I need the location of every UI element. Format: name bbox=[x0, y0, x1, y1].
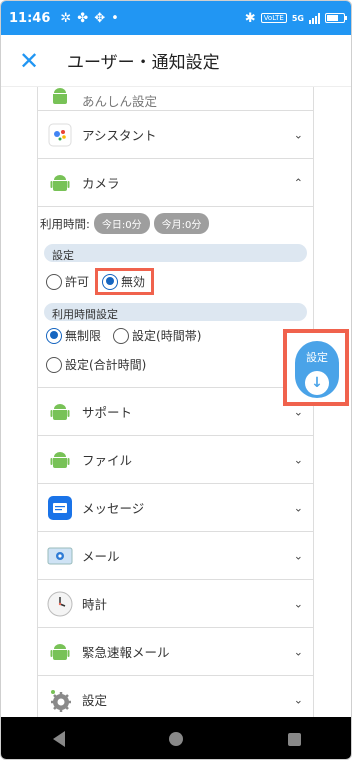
list-item-settings[interactable]: 設定 ⌄ bbox=[38, 676, 313, 717]
app-list[interactable]: あんしん設定 アシスタント ⌄ カメラ ⌃ 利用時間: 今日:0分 今月:0分 … bbox=[37, 87, 314, 717]
message-icon bbox=[46, 494, 74, 522]
allow-label: 許可 bbox=[65, 275, 90, 289]
unlimited-radio[interactable] bbox=[46, 327, 62, 344]
list-item-messages[interactable]: メッセージ ⌄ bbox=[38, 484, 313, 532]
deny-radio[interactable] bbox=[102, 273, 119, 290]
arrow-down-icon: ↓ bbox=[305, 371, 329, 395]
chevron-down-icon: ⌄ bbox=[293, 597, 303, 610]
time-band-label: 設定(時間帯) bbox=[132, 329, 202, 343]
android-icon bbox=[46, 638, 74, 666]
chevron-down-icon: ⌄ bbox=[293, 693, 303, 706]
list-item-label: ファイル bbox=[82, 453, 133, 468]
app-notification-icon-2: ✥ bbox=[94, 10, 106, 26]
time-band-option[interactable]: 設定(時間帯) bbox=[113, 327, 201, 344]
app-header: ✕ ユーザー・通知設定 bbox=[1, 35, 351, 87]
list-item-label: 設定 bbox=[82, 693, 108, 708]
network-label: 5G bbox=[291, 13, 304, 23]
recent-apps-icon[interactable] bbox=[287, 732, 301, 746]
chevron-down-icon: ⌄ bbox=[293, 453, 303, 466]
back-icon[interactable] bbox=[53, 731, 66, 747]
chevron-down-icon: ⌄ bbox=[293, 501, 303, 514]
chevron-up-icon: ⌃ bbox=[293, 176, 303, 189]
list-item-label: メッセージ bbox=[82, 501, 145, 516]
camera-detail-panel: 利用時間: 今日:0分 今月:0分 設定 許可 無効 利用時間設定 無制限 設定… bbox=[38, 207, 313, 388]
android-icon bbox=[46, 169, 74, 197]
status-time: 11:46 bbox=[9, 10, 51, 26]
settings-fab-button[interactable]: 設定 ↓ bbox=[295, 341, 339, 398]
list-item-files[interactable]: ファイル ⌄ bbox=[38, 436, 313, 484]
fab-highlight: 設定 ↓ bbox=[283, 329, 349, 406]
list-item-mail[interactable]: メール ⌄ bbox=[38, 532, 313, 580]
settings-section-header: 設定 bbox=[44, 244, 307, 262]
mail-icon bbox=[46, 542, 74, 570]
list-item-label: あんしん設定 bbox=[82, 94, 158, 109]
list-item-label: 緊急速報メール bbox=[82, 645, 170, 660]
month-badge: 今月:0分 bbox=[153, 213, 210, 234]
clock-icon bbox=[46, 590, 74, 618]
list-item-partial[interactable]: あんしん設定 bbox=[38, 87, 313, 111]
android-icon bbox=[46, 446, 74, 474]
time-settings-section-header: 利用時間設定 bbox=[44, 303, 307, 321]
list-item-label: カメラ bbox=[82, 176, 120, 191]
app-notification-icon: ✤ bbox=[77, 10, 89, 26]
android-icon bbox=[46, 398, 74, 426]
chevron-down-icon: ⌄ bbox=[293, 645, 303, 658]
time-band-radio[interactable] bbox=[113, 327, 130, 344]
list-item-label: 時計 bbox=[82, 597, 108, 612]
list-item-label: サポート bbox=[82, 405, 133, 420]
app-frame: 11:46 ✲ ✤ ✥ • ✱ VoLTE 5G ✕ ユーザー・通知設定 あんし… bbox=[0, 0, 352, 760]
status-right: ✱ VoLTE 5G bbox=[244, 10, 347, 26]
total-time-label: 設定(合計時間) bbox=[65, 358, 147, 372]
volte-badge: VoLTE bbox=[260, 13, 287, 23]
allow-radio[interactable] bbox=[46, 273, 62, 290]
today-badge: 今日:0分 bbox=[93, 213, 150, 234]
usage-row: 利用時間: 今日:0分 今月:0分 bbox=[40, 213, 307, 234]
chevron-down-icon: ⌄ bbox=[293, 405, 303, 418]
bluetooth-icon: ✱ bbox=[244, 10, 256, 26]
deny-label: 無効 bbox=[121, 275, 146, 289]
allow-option[interactable]: 許可 bbox=[46, 273, 89, 290]
signal-icon bbox=[309, 12, 320, 24]
settings-gear-icon bbox=[46, 686, 74, 714]
list-item-label: アシスタント bbox=[82, 128, 157, 143]
time-options-row-2: 設定(合計時間) bbox=[44, 350, 307, 379]
dot-icon: • bbox=[111, 10, 119, 26]
unlimited-option[interactable]: 無制限 bbox=[46, 327, 101, 344]
status-bar: 11:46 ✲ ✤ ✥ • ✱ VoLTE 5G bbox=[1, 1, 351, 35]
list-item-clock[interactable]: 時計 ⌄ bbox=[38, 580, 313, 628]
android-icon bbox=[46, 87, 74, 110]
chevron-down-icon: ⌄ bbox=[293, 128, 303, 141]
home-icon[interactable] bbox=[169, 732, 184, 746]
battery-icon bbox=[325, 13, 347, 23]
unlimited-label: 無制限 bbox=[65, 329, 102, 343]
time-options-row-1: 無制限 設定(時間帯) bbox=[44, 321, 307, 350]
total-time-radio[interactable] bbox=[46, 356, 62, 373]
list-item-label: メール bbox=[82, 549, 120, 564]
list-item-assistant[interactable]: アシスタント ⌄ bbox=[38, 111, 313, 159]
total-time-option[interactable]: 設定(合計時間) bbox=[46, 356, 146, 373]
list-item-emergency-mail[interactable]: 緊急速報メール ⌄ bbox=[38, 628, 313, 676]
close-icon[interactable]: ✕ bbox=[1, 47, 57, 75]
deny-option[interactable]: 無効 bbox=[95, 268, 155, 295]
chevron-down-icon: ⌄ bbox=[293, 549, 303, 562]
list-item-camera[interactable]: カメラ ⌃ bbox=[38, 159, 313, 207]
usage-label: 利用時間: bbox=[40, 216, 90, 231]
assistant-icon bbox=[46, 121, 74, 149]
list-item-support[interactable]: サポート ⌄ bbox=[38, 388, 313, 436]
gear-notification-icon: ✲ bbox=[60, 10, 72, 26]
page-title: ユーザー・通知設定 bbox=[67, 53, 220, 73]
permission-options: 許可 無効 bbox=[44, 262, 307, 301]
fab-label: 設定 bbox=[306, 351, 328, 364]
system-nav-bar bbox=[1, 717, 351, 759]
